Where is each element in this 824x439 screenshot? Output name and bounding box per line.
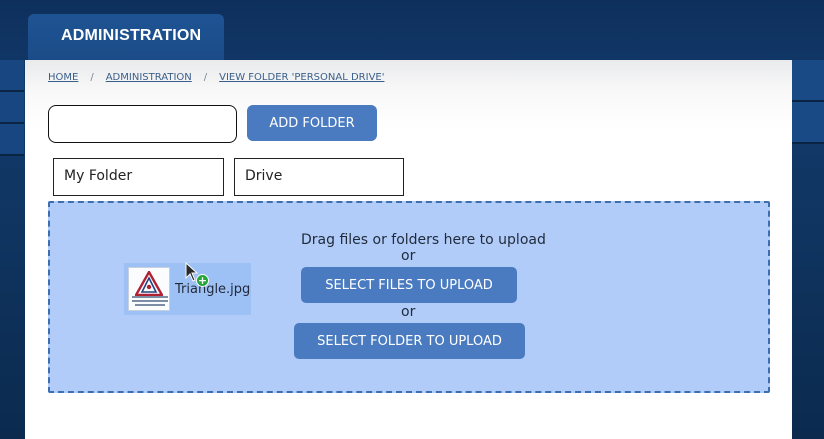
strip-block: [790, 102, 824, 144]
strip-block: [790, 60, 824, 102]
thumbnail-text-line: [132, 296, 168, 298]
thumbnail-text-line: [132, 300, 168, 302]
plus-badge-icon: +: [196, 274, 209, 287]
breadcrumb-separator: /: [90, 72, 94, 83]
strip-block: [0, 124, 24, 156]
strip-block: [0, 92, 24, 124]
path-chip-drive[interactable]: Drive: [234, 158, 404, 196]
thumbnail-text-line: [135, 304, 165, 306]
add-folder-button[interactable]: ADD FOLDER: [247, 105, 377, 141]
dropzone-or-text: or: [401, 248, 416, 264]
folder-name-input[interactable]: [48, 105, 237, 143]
dragged-file-ghost: Triangle.jpg +: [124, 262, 251, 315]
breadcrumb: HOME / ADMINISTRATION / VIEW FOLDER 'PERSONA…: [48, 72, 384, 83]
dropzone-or-text: or: [401, 304, 416, 320]
breadcrumb-home-link[interactable]: HOME: [48, 72, 78, 83]
right-background-strip: [790, 60, 824, 439]
file-thumbnail-icon: [128, 267, 170, 311]
dropzone-prompt: Drag files or folders here to upload: [301, 232, 546, 248]
breadcrumb-current-folder-link[interactable]: VIEW FOLDER 'PERSONAL DRIVE': [219, 72, 384, 83]
left-background-strip: [0, 60, 24, 439]
dragged-file-name: Triangle.jpg: [175, 282, 251, 297]
select-files-button[interactable]: SELECT FILES TO UPLOAD: [301, 267, 517, 303]
strip-block: [0, 60, 24, 92]
tab-administration[interactable]: ADMINISTRATION: [28, 14, 224, 60]
breadcrumb-separator: /: [203, 72, 208, 83]
upload-dropzone[interactable]: Drag files or folders here to upload or …: [48, 201, 770, 393]
path-chip-my-folder[interactable]: My Folder: [53, 158, 224, 196]
breadcrumb-administration-link[interactable]: ADMINISTRATION: [106, 72, 192, 83]
select-folder-button[interactable]: SELECT FOLDER TO UPLOAD: [294, 323, 525, 359]
main-panel: HOME / ADMINISTRATION / VIEW FOLDER 'PERSONA…: [25, 60, 792, 439]
